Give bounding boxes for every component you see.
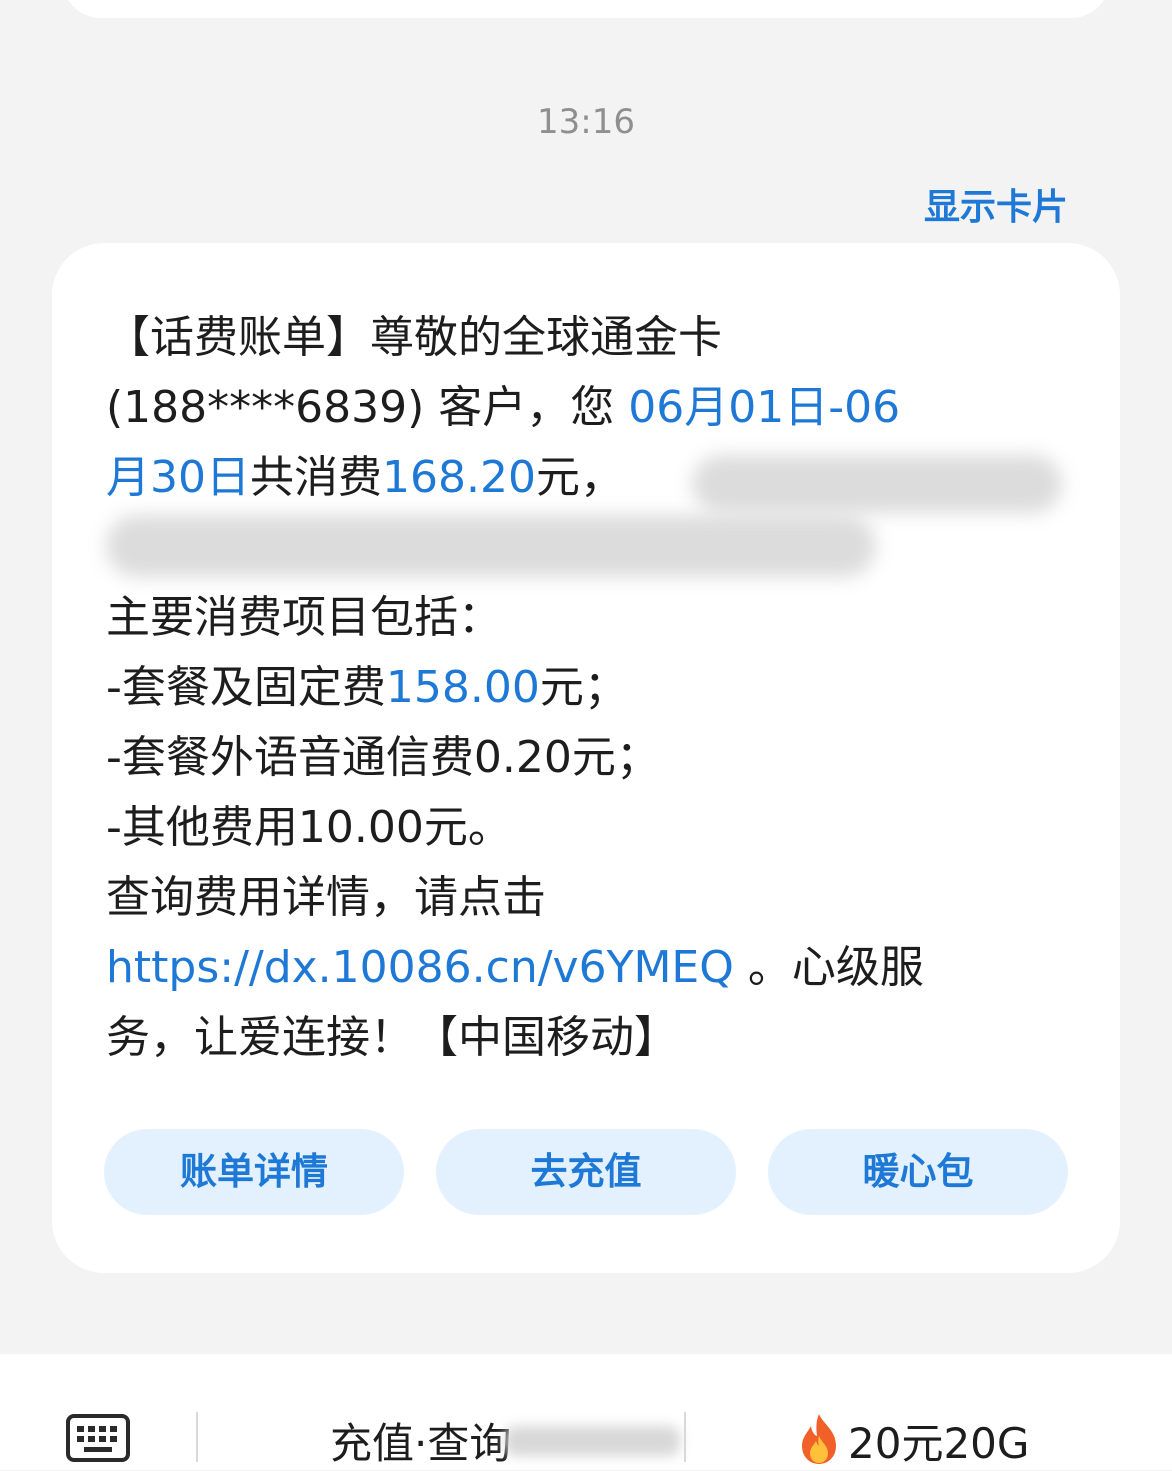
- redaction-blur: [692, 455, 1062, 513]
- message-text: 。心级服: [733, 942, 924, 993]
- bill-detail-link[interactable]: https://dx.10086.cn/v6YMEQ: [106, 942, 734, 993]
- message-line: 查询费用详情，请点击: [106, 872, 546, 923]
- menu-divider: [196, 1412, 198, 1462]
- menu-divider: [684, 1412, 686, 1462]
- date-range-highlight[interactable]: 06月01日-06: [628, 382, 900, 433]
- action-buttons: 账单详情 去充值 暖心包: [104, 1129, 1068, 1215]
- message-text: 共消费: [250, 452, 382, 503]
- previous-message-card: [62, 0, 1110, 18]
- date-range-highlight[interactable]: 月30日: [106, 452, 250, 503]
- bill-detail-button[interactable]: 账单详情: [104, 1129, 404, 1215]
- total-amount-highlight[interactable]: 168.20: [382, 452, 536, 503]
- show-card-link[interactable]: 显示卡片: [924, 178, 1068, 230]
- message-text: 元；: [539, 662, 628, 713]
- redaction-blur: [106, 515, 876, 577]
- message-line: 【话费账单】尊敬的全球通金卡: [106, 312, 722, 363]
- fire-icon: [802, 1414, 836, 1464]
- message-line: 务，让爱连接！【中国移动】: [106, 1012, 678, 1063]
- message-line: -套餐外语音通信费0.20元；: [106, 732, 660, 783]
- message-line: -套餐及固定费158.00元；: [106, 653, 1066, 723]
- bottom-menu-bar: 充值·查询 20元20G: [0, 1354, 1172, 1470]
- message-card[interactable]: 【话费账单】尊敬的全球通金卡 (188****6839) 客户，您 06月01日…: [52, 243, 1120, 1273]
- data-package-menu[interactable]: 20元20G: [796, 1410, 1029, 1471]
- data-package-label: 20元20G: [848, 1419, 1030, 1468]
- message-timestamp: 13:16: [537, 102, 635, 142]
- message-text: 元，: [535, 452, 624, 503]
- message-text: (188****6839) 客户，您: [106, 382, 629, 433]
- message-line: (188****6839) 客户，您 06月01日-06: [106, 373, 1066, 443]
- message-line: https://dx.10086.cn/v6YMEQ 。心级服: [106, 933, 1066, 1003]
- message-text: -套餐及固定费: [106, 662, 386, 713]
- message-line: -其他费用10.00元。: [106, 802, 512, 853]
- redaction-blur: [505, 1426, 680, 1456]
- keyboard-icon[interactable]: [66, 1414, 130, 1462]
- message-body: 【话费账单】尊敬的全球通金卡 (188****6839) 客户，您 06月01日…: [106, 303, 1066, 1073]
- recharge-button[interactable]: 去充值: [436, 1129, 736, 1215]
- message-line: 主要消费项目包括：: [106, 592, 502, 643]
- recharge-query-menu[interactable]: 充值·查询: [330, 1410, 511, 1471]
- warm-package-button[interactable]: 暖心包: [768, 1129, 1068, 1215]
- package-amount-highlight[interactable]: 158.00: [386, 662, 540, 713]
